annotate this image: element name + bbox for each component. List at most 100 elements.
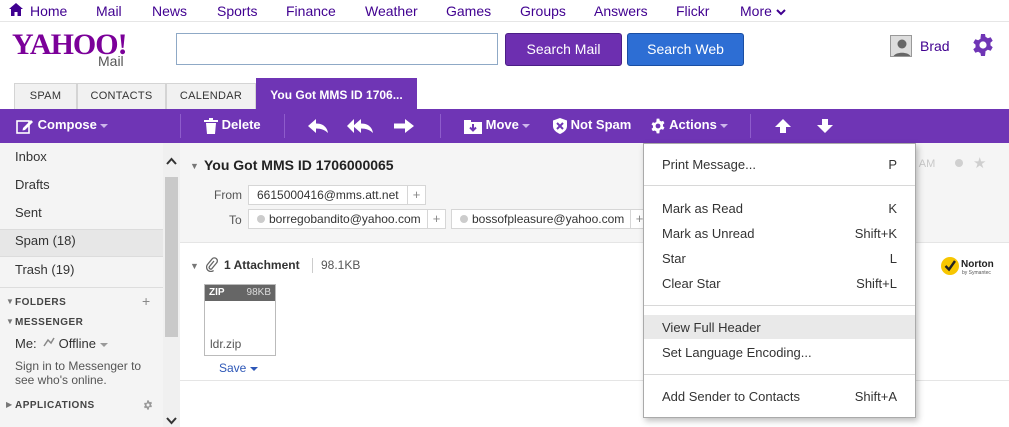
compose-button[interactable]: Compose: [16, 117, 109, 134]
messenger-me-label: Me:: [15, 336, 37, 351]
gear-icon[interactable]: [143, 400, 153, 410]
tab-bar: SPAM CONTACTS CALENDAR You Got MMS ID 17…: [0, 78, 1009, 109]
tab-spam[interactable]: SPAM: [14, 83, 77, 109]
save-label: Save: [219, 361, 247, 375]
recipient-chip[interactable]: bossofpleasure@yahoo.com +: [451, 209, 649, 229]
user-name[interactable]: Brad: [920, 38, 950, 54]
offline-status-icon: [43, 337, 55, 347]
sidebar-item-inbox[interactable]: Inbox: [15, 149, 47, 164]
avatar[interactable]: [890, 35, 912, 57]
nav-finance-link[interactable]: Finance: [286, 3, 336, 19]
not-spam-button[interactable]: Not Spam: [553, 117, 631, 134]
menu-item-print-message[interactable]: Print Message... P: [644, 152, 915, 176]
menu-item-star[interactable]: Star L: [644, 246, 915, 270]
trash-icon: [204, 117, 218, 134]
collapse-attachments-icon[interactable]: ▼: [190, 261, 199, 271]
add-contact-icon[interactable]: +: [407, 186, 425, 204]
nav-flickr-link[interactable]: Flickr: [676, 3, 709, 19]
gear-icon: [651, 118, 665, 133]
nav-groups-link[interactable]: Groups: [520, 3, 566, 19]
tab-calendar[interactable]: CALENDAR: [166, 83, 256, 109]
reply-icon[interactable]: [307, 118, 329, 134]
menu-item-clear-star[interactable]: Clear Star Shift+L: [644, 271, 915, 295]
message-toolbar: Compose Delete Move Not Spam Actions: [0, 109, 1009, 143]
read-status-dot[interactable]: [955, 159, 963, 167]
sender-chip[interactable]: 6615000416@mms.att.net +: [248, 185, 426, 205]
caret-down-icon: [99, 343, 108, 347]
nav-home-link[interactable]: Home: [30, 3, 67, 19]
nav-games-link[interactable]: Games: [446, 3, 491, 19]
nav-sports-link[interactable]: Sports: [217, 3, 257, 19]
menu-item-label: Mark as Read: [662, 201, 743, 216]
sidebar-item-sent[interactable]: Sent: [15, 205, 42, 220]
applications-expand-icon[interactable]: ▶: [6, 400, 12, 409]
attachment-total-size: 98.1KB: [321, 258, 361, 272]
toolbar-divider: [440, 114, 441, 138]
sidebar-scroll-thumb[interactable]: [165, 177, 178, 337]
arrow-up-icon[interactable]: [775, 119, 791, 133]
to-label: To: [229, 213, 242, 227]
nav-mail-link[interactable]: Mail: [96, 3, 122, 19]
search-input[interactable]: [176, 33, 498, 65]
presence-dot: [460, 215, 468, 223]
menu-item-mark-as-read[interactable]: Mark as Read K: [644, 196, 915, 220]
menu-item-add-sender-to-contacts[interactable]: Add Sender to Contacts Shift+A: [644, 384, 915, 408]
menu-item-label: Star: [662, 251, 686, 266]
folders-collapse-icon[interactable]: ▼: [6, 297, 14, 306]
svg-text:by Symantec: by Symantec: [962, 270, 991, 276]
collapse-message-icon[interactable]: ▼: [190, 161, 199, 171]
sidebar-item-drafts[interactable]: Drafts: [15, 177, 50, 192]
scroll-down-icon[interactable]: [166, 417, 177, 425]
messenger-hint[interactable]: Sign in to Messenger to see who's online…: [15, 359, 150, 387]
add-contact-icon[interactable]: +: [427, 210, 445, 228]
yahoo-mail-logo[interactable]: YAHOO! Mail: [12, 30, 137, 71]
attachment-count: 1 Attachment: [224, 258, 300, 272]
attachment-divider: [312, 258, 313, 273]
messenger-title[interactable]: MESSENGER: [15, 317, 83, 328]
move-button[interactable]: Move: [464, 117, 531, 134]
menu-item-view-full-header[interactable]: View Full Header: [644, 315, 915, 339]
tab-message[interactable]: You Got MMS ID 1706...: [256, 78, 417, 109]
star-icon[interactable]: ★: [973, 154, 986, 172]
delete-button[interactable]: Delete: [204, 117, 261, 134]
file-type-band: ZIP 98KB: [205, 285, 275, 301]
nav-weather-link[interactable]: Weather: [365, 3, 418, 19]
arrow-down-icon[interactable]: [817, 119, 833, 133]
recipient-chip[interactable]: borregobandito@yahoo.com +: [248, 209, 446, 229]
user-silhouette-icon: [893, 39, 911, 56]
not-spam-label: Not Spam: [570, 117, 632, 132]
scroll-up-icon[interactable]: [166, 157, 177, 165]
actions-menu: Print Message... P Mark as Read K Mark a…: [643, 143, 916, 418]
attachment-thumbnail[interactable]: ZIP 98KB ldr.zip: [204, 284, 276, 356]
applications-title[interactable]: APPLICATIONS: [15, 400, 95, 411]
reply-all-icon[interactable]: [346, 118, 374, 134]
paperclip-icon: [206, 257, 218, 272]
search-mail-button[interactable]: Search Mail: [505, 33, 622, 66]
caret-down-icon: [100, 123, 109, 128]
nav-more-label: More: [740, 3, 772, 19]
save-attachment-link[interactable]: Save: [219, 361, 258, 375]
nav-news-link[interactable]: News: [152, 3, 187, 19]
messenger-status-select[interactable]: Offline: [43, 336, 108, 351]
forward-icon[interactable]: [393, 118, 415, 134]
menu-separator: [644, 185, 915, 186]
menu-item-shortcut: L: [889, 251, 897, 266]
nav-more-link[interactable]: More: [740, 3, 786, 19]
gear-icon[interactable]: [971, 33, 995, 57]
menu-item-mark-as-unread[interactable]: Mark as Unread Shift+K: [644, 221, 915, 245]
home-icon[interactable]: [8, 2, 24, 17]
actions-button[interactable]: Actions: [650, 117, 729, 134]
menu-item-set-language-encoding[interactable]: Set Language Encoding...: [644, 340, 915, 364]
search-web-button[interactable]: Search Web: [627, 33, 744, 66]
sidebar-item-spam[interactable]: Spam (18): [15, 233, 76, 248]
sidebar-scrollbar[interactable]: [163, 143, 180, 427]
shield-x-icon: [553, 117, 567, 134]
left-sidebar: Inbox Drafts Sent Spam (18) Trash (19) ▼…: [0, 143, 180, 427]
sidebar-item-trash[interactable]: Trash (19): [15, 262, 74, 277]
nav-answers-link[interactable]: Answers: [594, 3, 648, 19]
folders-title[interactable]: FOLDERS: [15, 297, 66, 308]
messenger-collapse-icon[interactable]: ▼: [6, 317, 14, 326]
tab-contacts[interactable]: CONTACTS: [77, 83, 166, 109]
add-folder-icon[interactable]: +: [142, 293, 150, 309]
menu-item-label: Clear Star: [662, 276, 721, 291]
